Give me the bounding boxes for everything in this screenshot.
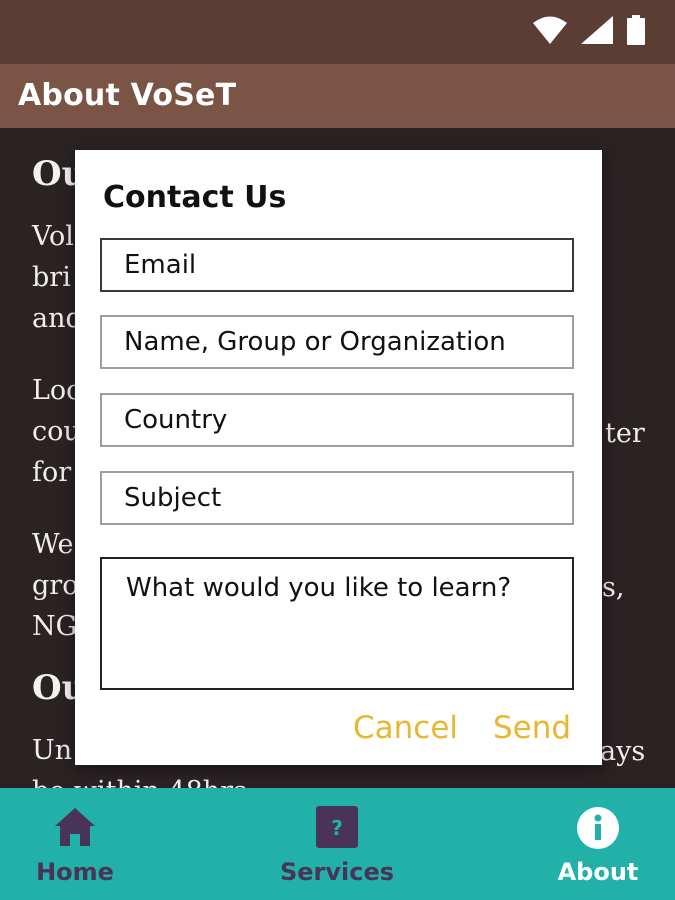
contact-dialog: Contact Us Email Name, Group or Organiza… (75, 150, 602, 765)
status-icons (533, 15, 645, 45)
status-bar (0, 0, 675, 64)
battery-icon (627, 15, 645, 45)
cancel-button[interactable]: Cancel (353, 710, 458, 746)
home-icon (55, 808, 95, 846)
dialog-title: Contact Us (103, 180, 287, 215)
question-icon: ? (316, 806, 358, 848)
email-field[interactable]: Email (100, 238, 574, 292)
message-field[interactable]: What would you like to learn? (100, 557, 574, 690)
paragraph-fragment: ays (600, 736, 646, 767)
paragraph-line: cou (32, 416, 81, 447)
nav-item-about[interactable]: About (518, 788, 675, 900)
nav-item-home[interactable]: Home (0, 788, 155, 900)
nav-label-about: About (557, 858, 639, 886)
paragraph-line: NG (32, 611, 78, 642)
nav-label-home: Home (36, 858, 114, 886)
nav-label-services: Services (279, 858, 395, 886)
info-icon (577, 807, 619, 849)
paragraph-line: for (32, 457, 72, 488)
nav-item-services[interactable]: ? Services (257, 788, 417, 900)
paragraph-line: bri (32, 262, 71, 293)
bottom-nav: Home ? Services About (0, 788, 675, 900)
paragraph-line: We (32, 529, 74, 560)
country-field[interactable]: Country (100, 393, 574, 447)
name-field[interactable]: Name, Group or Organization (100, 315, 574, 369)
send-button[interactable]: Send (493, 710, 571, 746)
app-title: About VoSeT (18, 78, 237, 113)
subject-field[interactable]: Subject (100, 471, 574, 525)
paragraph-line: Loc (32, 375, 82, 406)
paragraph-line: be within 48hrs (32, 771, 247, 788)
paragraph-line: Vol (32, 221, 74, 252)
paragraph-line: Un (32, 735, 73, 766)
wifi-icon (533, 16, 567, 44)
signal-icon (581, 16, 613, 44)
app-bar: About VoSeT (0, 64, 675, 128)
svg-text:?: ? (331, 816, 343, 840)
paragraph-line: gro (32, 570, 79, 601)
paragraph-fragment: ter (605, 418, 645, 449)
paragraph-fragment: s, (602, 572, 625, 603)
